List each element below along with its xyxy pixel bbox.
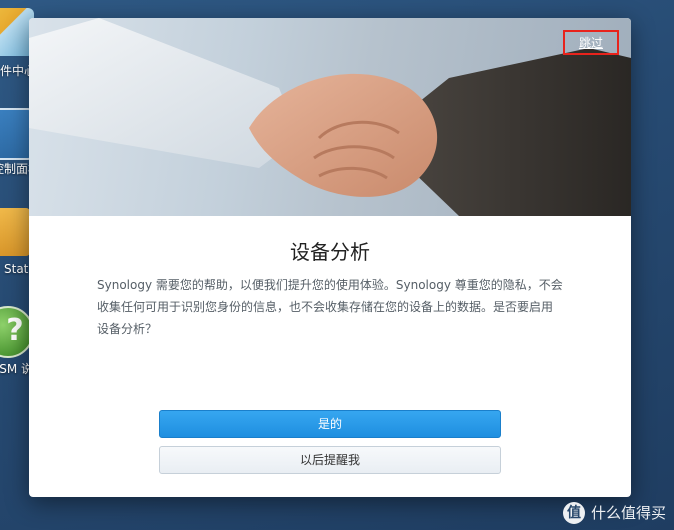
control-panel-icon[interactable]: [0, 108, 32, 160]
skip-button[interactable]: 跳过: [562, 30, 619, 55]
yes-button[interactable]: 是的: [159, 410, 501, 438]
remind-later-button[interactable]: 以后提醒我: [159, 446, 501, 474]
handshake-hero-image: 跳过: [29, 18, 631, 216]
folder-icon[interactable]: [0, 208, 30, 256]
handshake-illustration: [29, 18, 631, 216]
dialog-description: Synology 需要您的帮助，以便我们提升您的使用体验。Synology 尊重…: [97, 278, 563, 336]
folder-label: Stat: [4, 262, 29, 276]
dialog-title: 设备分析: [290, 240, 370, 264]
device-analytics-dialog: 跳过 设备分析 Synology 需要您的帮助，以便我们提升您的使用体验。Syn…: [29, 18, 631, 497]
watermark-logo-icon: 值: [562, 502, 585, 524]
watermark-text: 什么值得买: [590, 503, 666, 522]
watermark: 值什么值得买: [562, 502, 666, 524]
